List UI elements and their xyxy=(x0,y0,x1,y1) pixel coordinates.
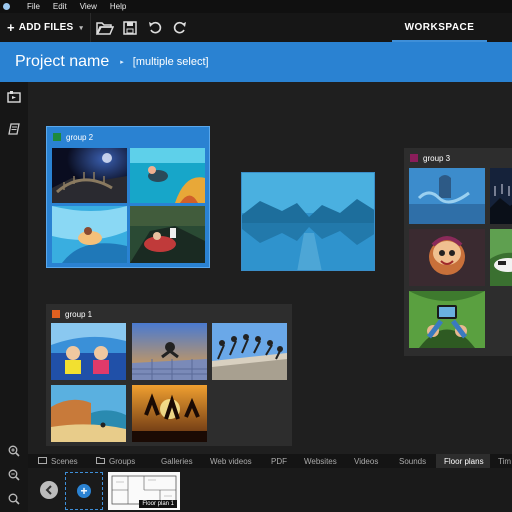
thumbnail-image[interactable] xyxy=(490,229,512,286)
tab-floor-plans[interactable]: Floor plans xyxy=(436,454,490,468)
tab-web-videos[interactable]: Web videos xyxy=(210,454,266,468)
undo-icon[interactable] xyxy=(144,17,166,39)
group-header: group 3 xyxy=(410,152,450,164)
tab-label: Web videos xyxy=(210,456,252,466)
book-icon[interactable] xyxy=(5,120,23,138)
zoom-out-icon[interactable] xyxy=(5,466,23,484)
floor-plan-thumbnail[interactable]: Floor plan 1 xyxy=(108,472,180,510)
tab-label: Websites xyxy=(304,456,337,466)
tab-timeline[interactable]: Tim xyxy=(498,454,512,468)
tab-label: Tim xyxy=(498,456,512,466)
thumbnail-image[interactable] xyxy=(130,206,205,263)
scene-view-icon[interactable] xyxy=(5,88,23,106)
menu-help[interactable]: Help xyxy=(110,2,126,11)
group-color-swatch xyxy=(52,310,60,318)
tab-label: Scenes xyxy=(51,456,78,466)
scenes-icon xyxy=(38,456,47,466)
group-header: group 1 xyxy=(52,308,92,320)
chevron-right-icon: ▸ xyxy=(120,59,124,66)
thumbnail-image[interactable] xyxy=(52,206,127,263)
selection-label: [multiple select] xyxy=(132,56,209,68)
thumbnail-image[interactable] xyxy=(409,291,485,348)
plus-icon: + xyxy=(77,484,91,498)
chevron-left-icon[interactable] xyxy=(40,481,58,499)
tab-label: Sounds xyxy=(399,456,427,466)
thumbnail-image[interactable] xyxy=(51,385,126,442)
thumbnail-image[interactable] xyxy=(490,168,512,224)
zoom-in-icon[interactable] xyxy=(5,442,23,460)
group-2-card[interactable]: group 2 xyxy=(46,126,210,268)
group-name: group 3 xyxy=(423,153,451,163)
tab-label: Floor plans xyxy=(444,456,484,466)
left-sidebar xyxy=(0,82,28,512)
floor-plan-label: Floor plan 1 xyxy=(139,500,177,508)
zoom-fit-icon[interactable] xyxy=(5,490,23,508)
folder-open-icon[interactable] xyxy=(94,17,116,39)
tab-pdf[interactable]: PDF xyxy=(271,454,295,468)
menu-edit[interactable]: Edit xyxy=(53,2,67,11)
tab-scenes[interactable]: Scenes xyxy=(38,454,86,468)
add-files-button[interactable]: + ADD FILES ▾ xyxy=(0,13,92,42)
tab-galleries[interactable]: Galleries xyxy=(161,454,201,468)
tab-websites[interactable]: Websites xyxy=(304,454,344,468)
tab-videos[interactable]: Videos xyxy=(354,454,386,468)
thumbnail-image[interactable] xyxy=(130,148,205,203)
thumbnail-image[interactable] xyxy=(51,323,126,380)
menu-bar: File Edit View Help xyxy=(0,0,512,13)
workspace-tab[interactable]: WORKSPACE xyxy=(392,13,487,42)
thumbnail-image[interactable] xyxy=(409,168,485,224)
group-color-swatch xyxy=(410,154,418,162)
thumbnail-image[interactable] xyxy=(132,323,207,380)
thumbnail-image[interactable] xyxy=(212,323,287,380)
thumbnail-image[interactable] xyxy=(52,148,127,203)
save-icon[interactable] xyxy=(119,17,141,39)
add-files-label: ADD FILES xyxy=(18,22,74,33)
tab-label: Videos xyxy=(354,456,379,466)
app-logo-icon xyxy=(0,0,13,13)
folder-icon xyxy=(96,456,105,466)
lake-image-item[interactable] xyxy=(241,172,375,271)
workspace-canvas[interactable]: group 2 group 3 group 1 xyxy=(28,82,512,454)
tab-label: PDF xyxy=(271,456,287,466)
plus-icon: + xyxy=(7,20,15,35)
group-header: group 2 xyxy=(53,131,93,143)
redo-icon[interactable] xyxy=(169,17,191,39)
group-color-swatch xyxy=(53,133,61,141)
group-3-card[interactable]: group 3 xyxy=(404,148,512,356)
tab-groups[interactable]: Groups xyxy=(96,454,144,468)
caret-down-icon: ▾ xyxy=(79,24,84,32)
tab-label: Galleries xyxy=(161,456,193,466)
asset-tray: + Floor plan 1 xyxy=(28,468,512,512)
thumbnail-image[interactable] xyxy=(132,385,207,442)
project-name[interactable]: Project name xyxy=(15,53,109,71)
menu-file[interactable]: File xyxy=(27,2,40,11)
tab-label: Groups xyxy=(109,456,136,466)
menu-view[interactable]: View xyxy=(80,2,97,11)
asset-tabs: Scenes Groups Galleries Web videos PDF W… xyxy=(28,454,512,468)
group-1-card[interactable]: group 1 xyxy=(46,304,292,446)
group-name: group 2 xyxy=(66,132,94,142)
thumbnail-image[interactable] xyxy=(409,229,485,286)
tab-sounds[interactable]: Sounds xyxy=(399,454,433,468)
group-name: group 1 xyxy=(65,309,93,319)
add-floor-plan-button[interactable]: + xyxy=(65,472,103,510)
project-bar: Project name ▸ [multiple select] xyxy=(0,42,512,82)
